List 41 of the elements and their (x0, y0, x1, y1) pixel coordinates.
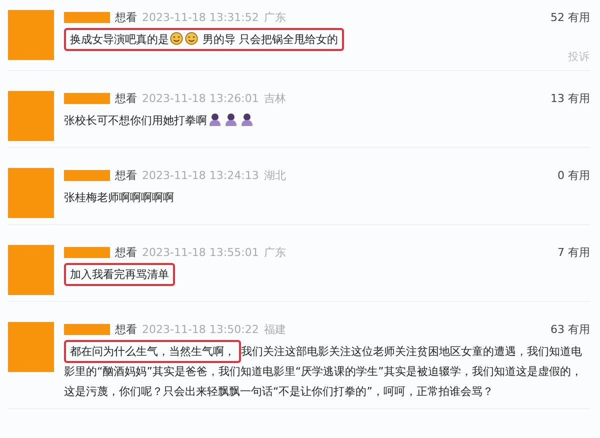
person-icon (208, 112, 222, 126)
comment-time: 2023-11-18 13:31:52 (142, 10, 259, 24)
avatar[interactable] (8, 168, 54, 218)
redaction-mark (64, 324, 110, 334)
comment-location: 福建 (264, 322, 286, 336)
comment-time: 2023-11-18 13:55:01 (142, 246, 259, 258)
rating-status: 想看 (115, 322, 137, 336)
avatar[interactable] (8, 245, 54, 295)
useful-count[interactable]: 52 有用 (550, 10, 590, 24)
comment-text: 张桂梅老师啊啊啊啊啊 (64, 190, 175, 206)
comment-text: 张校长可不想你们用她打拳啊 (64, 114, 207, 127)
smiley-icon (170, 32, 183, 45)
avatar[interactable] (8, 91, 54, 141)
person-icon (224, 112, 238, 126)
comment-location: 广东 (264, 244, 286, 260)
comment-text: 男的导 只会把锅全甩给女的 (201, 33, 338, 46)
comment-text: 都在问为什么生气，当然生气啊， 我们关注这部电影关注这位老师关注贫困地区女童的遭遇，我们知道电影里的“酗酒妈妈”其实是爸爸，我们知道电影里“厌学逃课的学生”其实是被迫辍学，我们知道这是虚假的，这是污蔑，你们呢？只会出来轻飘飘一句话“不是让你们打拳的”，呵呵，正常拍谁会骂？ (64, 342, 590, 402)
rating-status: 想看 (115, 90, 137, 106)
comment-location: 广东 (264, 10, 286, 24)
smiley-icon (185, 32, 198, 45)
comment-time: 2023-11-18 13:24:13 (142, 168, 259, 182)
person-icon (240, 112, 254, 126)
avatar[interactable] (8, 322, 54, 372)
rating-status: 想看 (115, 244, 137, 260)
avatar[interactable] (8, 10, 54, 60)
redaction-mark (64, 92, 110, 104)
comment-text: 加入我看完再骂清单 (64, 265, 590, 285)
comment-text: 换成女导演吧真的是 (70, 33, 169, 46)
comment-location: 吉林 (264, 90, 286, 106)
redaction-mark (64, 170, 110, 180)
comment-location: 湖北 (264, 168, 286, 182)
comment-time: 2023-11-18 13:26:01 (142, 92, 259, 104)
useful-count[interactable]: 0 有用 (558, 168, 590, 182)
useful-count[interactable]: 7 有用 (558, 244, 590, 260)
comment-time: 2023-11-18 13:50:22 (142, 322, 259, 336)
useful-count[interactable]: 63 有用 (550, 322, 590, 336)
redaction-mark (64, 246, 110, 258)
redaction-mark (64, 12, 110, 22)
rating-status: 想看 (115, 10, 137, 24)
rating-status: 想看 (115, 168, 137, 182)
useful-count[interactable]: 13 有用 (550, 90, 590, 106)
